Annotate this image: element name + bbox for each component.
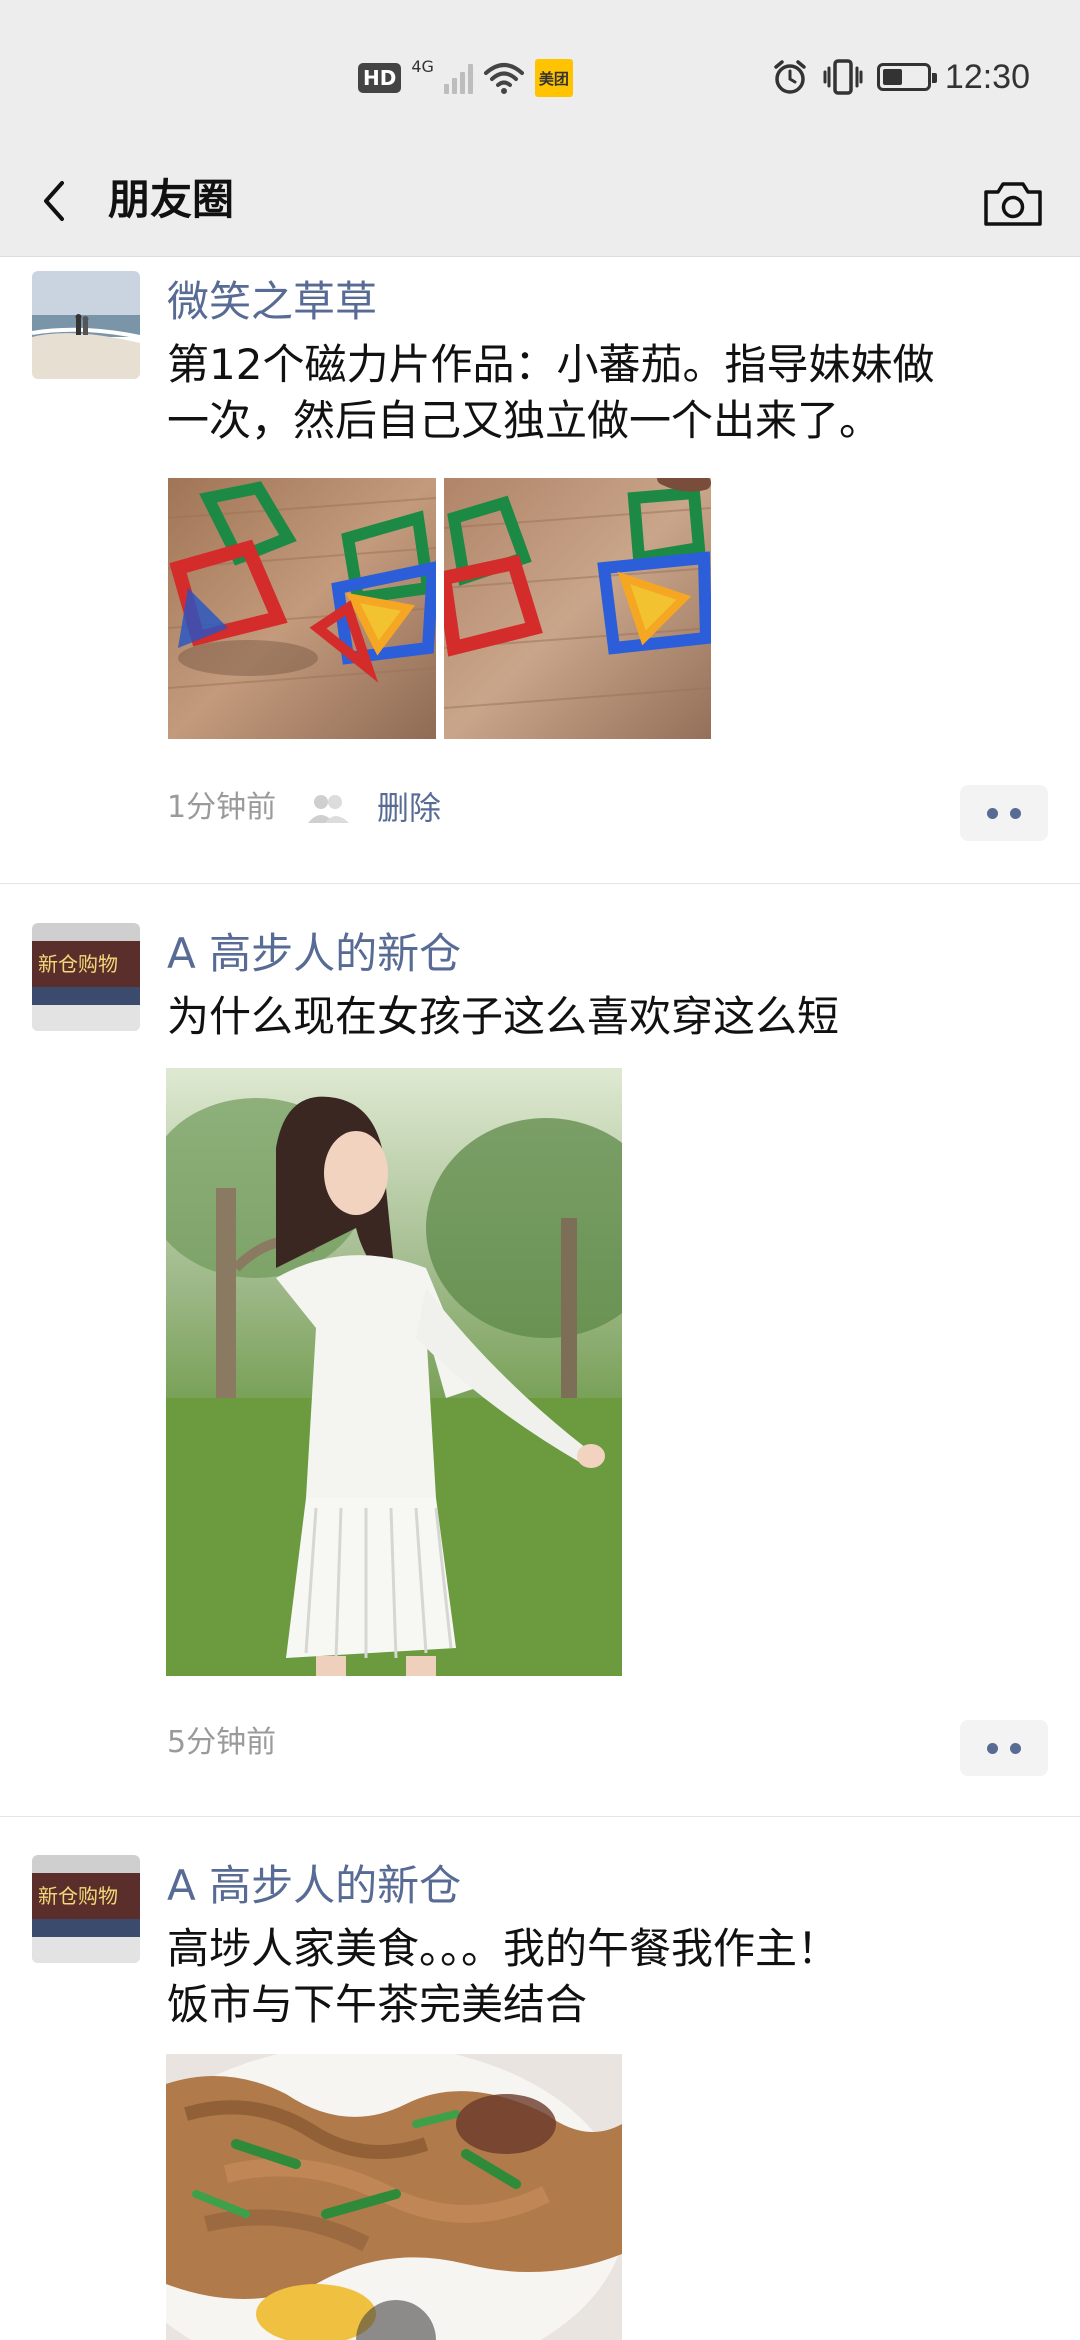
- post-text-line: 一次，然后自己又独立做一个出来了。: [167, 396, 882, 445]
- back-arrow-icon[interactable]: [30, 166, 80, 236]
- camera-icon[interactable]: [978, 170, 1048, 236]
- vibrate-icon: [823, 59, 863, 95]
- delete-link[interactable]: 删除: [377, 788, 441, 828]
- avatar[interactable]: 新仓购物: [32, 923, 140, 1031]
- status-right: 12:30: [771, 54, 1030, 100]
- post-text-line: 为什么现在女孩子这么喜欢穿这么短: [167, 992, 840, 1041]
- post-text: 第12个磁力片作品：小蕃茄。指导妹妹做 一次，然后自己又独立做一个出来了。: [167, 337, 1027, 449]
- battery-icon: [876, 63, 937, 91]
- status-bar: HD 4G 美团 12:30: [0, 0, 1080, 148]
- svg-text:新仓购物: 新仓购物: [38, 1884, 118, 1908]
- post-text-line: 饭市与下午茶完美结合: [167, 1980, 588, 2029]
- post-text: 高埗人家美食。。。我的午餐我作主！ 饭市与下午茶完美结合: [167, 1921, 1027, 2033]
- clock: 12:30: [944, 57, 1030, 96]
- post-author[interactable]: A 高步人的新仓: [167, 925, 461, 983]
- post-text-line: 第12个磁力片作品：小蕃茄。指导妹妹做: [167, 340, 935, 389]
- friends-visibility-icon: [308, 795, 349, 823]
- post-author[interactable]: 微笑之草草: [167, 273, 377, 331]
- moment-post: 微笑之草草 第12个磁力片作品：小蕃茄。指导妹妹做 一次，然后自己又独立做一个出…: [0, 257, 1080, 884]
- more-dots-icon[interactable]: [960, 785, 1048, 841]
- page-title: 朋友圈: [108, 175, 235, 224]
- signal-icon: [443, 62, 473, 94]
- post-time: 1分钟前: [167, 790, 277, 825]
- avatar[interactable]: 新仓购物: [32, 1855, 140, 1963]
- avatar[interactable]: [32, 271, 140, 379]
- svg-text:新仓购物: 新仓购物: [38, 952, 118, 976]
- status-left: HD 4G 美团: [358, 56, 573, 100]
- hd-badge: HD: [358, 63, 402, 93]
- post-image[interactable]: [166, 1068, 622, 1676]
- post-author[interactable]: A 高步人的新仓: [167, 1857, 461, 1915]
- nav-bar: 朋友圈: [0, 148, 1080, 257]
- network-type: 4G: [411, 56, 434, 76]
- post-image[interactable]: [444, 478, 711, 739]
- alarm-icon: [774, 60, 806, 94]
- post-image[interactable]: [166, 2054, 622, 2340]
- post-text-line: 高埗人家美食。。。我的午餐我作主！: [167, 1924, 840, 1973]
- post-time: 5分钟前: [167, 1725, 277, 1760]
- post-image[interactable]: [168, 478, 436, 739]
- post-text: 为什么现在女孩子这么喜欢穿这么短: [167, 989, 1027, 1045]
- moment-post: 新仓购物 A 高步人的新仓 为什么现在女孩子这么喜欢穿这么短 5分钟前: [0, 883, 1080, 1817]
- more-dots-icon[interactable]: [960, 1720, 1048, 1776]
- wifi-icon: [483, 63, 524, 94]
- moment-post: 新仓购物 A 高步人的新仓 高埗人家美食。。。我的午餐我作主！ 饭市与下午茶完美…: [0, 1817, 1080, 2340]
- meituan-icon: 美团: [534, 59, 573, 97]
